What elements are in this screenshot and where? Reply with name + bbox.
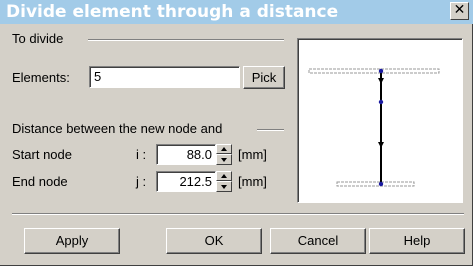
elements-value: 5 xyxy=(94,69,102,84)
close-icon: ✕ xyxy=(453,2,466,18)
direction-arrow-middle xyxy=(378,142,384,148)
direction-arrow-top xyxy=(378,78,384,84)
ok-button[interactable]: OK xyxy=(166,228,262,254)
to-divide-heading: To divide xyxy=(12,31,64,46)
start-node-point xyxy=(378,68,384,74)
spin-down-icon xyxy=(221,158,227,162)
top-beam xyxy=(308,68,440,74)
spin-up-icon xyxy=(221,147,227,151)
spin-up-icon xyxy=(221,174,227,178)
dialog-title: Divide element through a distance xyxy=(6,2,339,22)
end-node-unit: [mm] xyxy=(238,174,267,189)
apply-button[interactable]: Apply xyxy=(24,228,120,254)
start-node-unit: [mm] xyxy=(238,147,267,162)
to-divide-divider xyxy=(88,39,284,41)
close-button[interactable]: ✕ xyxy=(450,2,469,20)
cancel-button[interactable]: Cancel xyxy=(270,228,366,254)
end-node-spin-up[interactable] xyxy=(216,171,232,181)
start-node-distance-value: 88.0 xyxy=(186,147,212,162)
end-node-distance-input[interactable]: 212.5 xyxy=(156,171,216,192)
spin-down-icon xyxy=(221,185,227,189)
start-node-spin-up[interactable] xyxy=(216,144,232,154)
button-separator xyxy=(12,213,464,215)
elements-input[interactable]: 5 xyxy=(89,66,240,88)
divide-element-dialog: Divide element through a distance ✕ To d… xyxy=(0,0,473,266)
start-node-spin-down[interactable] xyxy=(216,154,232,165)
start-node-index: i : xyxy=(136,147,147,162)
end-node-spin-down[interactable] xyxy=(216,181,232,192)
bottom-beam xyxy=(336,181,415,187)
end-node-spinner[interactable] xyxy=(216,171,232,192)
distance-divider xyxy=(257,129,284,131)
start-node-spinner[interactable] xyxy=(216,144,232,165)
preview-panel xyxy=(297,38,463,203)
end-node-point xyxy=(378,181,384,187)
start-node-label: Start node xyxy=(12,147,72,162)
pick-button[interactable]: Pick xyxy=(243,66,285,89)
end-node-distance-value: 212.5 xyxy=(179,174,212,189)
distance-heading: Distance between the new node and xyxy=(12,121,223,136)
new-node-point xyxy=(378,99,384,105)
end-node-label: End node xyxy=(12,174,68,189)
end-node-index: j : xyxy=(136,174,147,189)
start-node-distance-input[interactable]: 88.0 xyxy=(156,144,216,165)
title-bar[interactable]: Divide element through a distance ✕ xyxy=(0,0,473,24)
elements-label: Elements: xyxy=(12,70,70,85)
help-button[interactable]: Help xyxy=(369,228,465,254)
beam-preview-diagram xyxy=(308,68,440,187)
